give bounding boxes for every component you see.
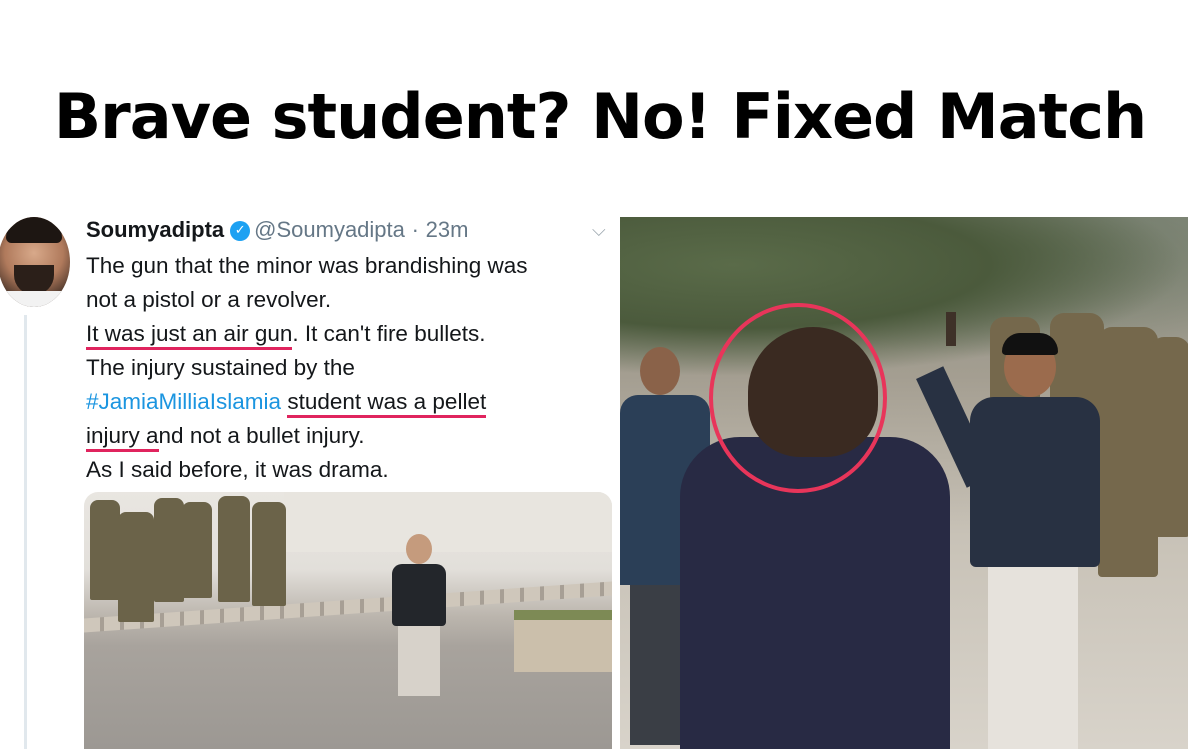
protest-photo[interactable] xyxy=(620,217,1188,749)
tweet-line: injury and not a bullet injury. xyxy=(86,419,616,453)
underlined-text: injury a xyxy=(86,423,159,452)
tweet-text: The gun that the minor was brandishing w… xyxy=(86,249,616,487)
tweet-header: Soumyadipta ✓ @Soumyadipta · 23m xyxy=(86,217,468,243)
thread-line xyxy=(24,315,27,749)
tweet-card: Soumyadipta ✓ @Soumyadipta · 23m ⌵ The gun… xyxy=(0,205,620,749)
chevron-down-icon[interactable]: ⌵ xyxy=(592,220,606,241)
tweet-line: The injury sustained by the xyxy=(86,355,355,380)
gun-icon xyxy=(946,312,956,346)
tweet-line: It was just an air gun. It can't fire bu… xyxy=(86,317,616,351)
tweet-photo[interactable] xyxy=(84,492,612,749)
hashtag-link[interactable]: #JamiaMilliaIslamia xyxy=(86,389,281,414)
avatar[interactable] xyxy=(0,217,70,307)
underlined-text: student was a pellet xyxy=(287,389,487,418)
divider xyxy=(612,217,620,749)
verified-badge-icon: ✓ xyxy=(230,221,251,241)
author-name[interactable]: Soumyadipta xyxy=(86,217,224,242)
tweet-line: #JamiaMilliaIslamia student was a pellet xyxy=(86,385,616,419)
headline: Brave student? No! Fixed Match xyxy=(53,80,1147,153)
underlined-text: It was just an air gun xyxy=(86,321,293,350)
tweet-line: The gun that the minor was brandishing w… xyxy=(86,253,528,278)
tweet-time[interactable]: 23m xyxy=(426,217,469,242)
tweet-line: not a pistol or a revolver. xyxy=(86,287,332,312)
separator: · xyxy=(411,217,419,242)
tweet-line: As I said before, it was drama. xyxy=(86,457,389,482)
author-handle[interactable]: @Soumyadipta xyxy=(254,217,405,242)
highlight-circle xyxy=(709,303,887,493)
